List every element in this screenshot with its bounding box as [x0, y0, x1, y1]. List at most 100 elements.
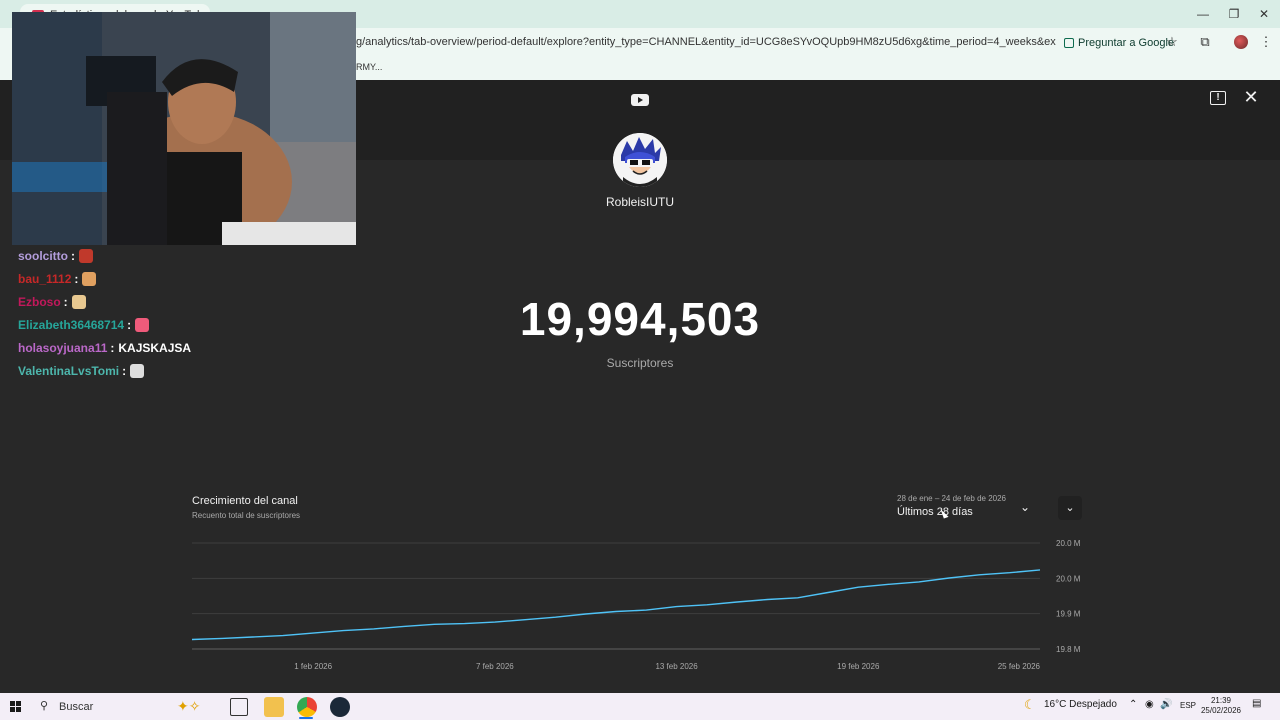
copilot-sparkle-icon: ✦✧	[177, 698, 201, 714]
chat-message: Ezboso:	[18, 290, 348, 313]
chart-title: Crecimiento del canal	[192, 495, 298, 507]
window-close-button[interactable]: ✕	[1249, 4, 1279, 24]
system-clock[interactable]: 21:39 25/02/2026	[1196, 696, 1246, 716]
chart-data-point[interactable]	[281, 634, 285, 638]
chart-data-point[interactable]	[765, 598, 769, 602]
subscriber-series-line[interactable]	[191, 569, 1041, 641]
chart-data-point[interactable]	[887, 582, 891, 586]
menu-kebab-icon[interactable]: ⋮	[1258, 34, 1274, 50]
y-tick-label: 19.8 M	[1056, 645, 1081, 654]
chat-username: Ezboso	[18, 294, 61, 309]
chart-data-point[interactable]	[675, 605, 679, 609]
chart-subtitle: Recuento total de suscriptores	[192, 511, 301, 520]
chart-data-point[interactable]	[977, 573, 981, 577]
channel-avatar	[613, 133, 667, 187]
close-icon[interactable]: ✕	[1242, 88, 1260, 106]
chart-data-point[interactable]	[584, 612, 588, 616]
profile-avatar[interactable]	[1234, 35, 1248, 49]
volume-icon[interactable]: 🔊	[1160, 699, 1172, 710]
chat-username: soolcitto	[18, 248, 68, 263]
chat-message: soolcitto:	[18, 244, 348, 267]
chat-message: bau_1112:	[18, 267, 348, 290]
chat-message: Elizabeth36468714:	[18, 313, 348, 336]
chart-data-point[interactable]	[917, 580, 921, 584]
subscriber-growth-chart: 20.0 M 20.0 M 19.9 M 19.8 M 1 feb 2026 7 feb …	[190, 539, 1081, 671]
expand-chart-button[interactable]: ⌄	[1058, 496, 1082, 520]
chart-data-point[interactable]	[463, 622, 467, 626]
extensions-icon[interactable]: ⧉	[1197, 34, 1213, 50]
y-tick-label: 20.0 M	[1056, 574, 1081, 583]
x-tick-label: 25 feb 2026	[998, 662, 1041, 671]
bookmark-star-icon[interactable]: ☆	[1164, 34, 1180, 50]
chart-data-point[interactable]	[190, 637, 194, 641]
search-placeholder: Buscar	[59, 701, 94, 713]
file-explorer-icon[interactable]	[264, 697, 284, 717]
chevron-down-icon[interactable]: ⌄	[1020, 500, 1030, 514]
notifications-icon[interactable]: ▤	[1252, 698, 1261, 709]
chat-emote-icon	[130, 363, 145, 378]
chat-separator: :	[127, 317, 132, 332]
restore-button[interactable]: ❐	[1219, 4, 1249, 24]
taskbar-search[interactable]: ⚲ Buscar ✦✧	[34, 696, 220, 717]
lens-icon	[1064, 38, 1074, 48]
chat-separator: :	[63, 294, 68, 309]
chat-separator: :	[110, 340, 115, 355]
chat-text: KAJSKAJSA	[118, 340, 192, 355]
weather-status[interactable]: 16°C Despejado	[1044, 699, 1117, 710]
network-icon[interactable]: ◉	[1145, 699, 1154, 710]
subscriber-count: 19,994,503	[519, 293, 761, 345]
chart-data-point[interactable]	[644, 608, 648, 612]
chat-separator: :	[71, 248, 75, 263]
minimize-button[interactable]: —	[1188, 4, 1218, 24]
chat-emote-icon	[135, 317, 150, 332]
chrome-icon[interactable]	[297, 697, 317, 717]
steam-icon[interactable]	[330, 697, 350, 717]
windows-start-icon[interactable]	[10, 701, 21, 712]
chart-data-point[interactable]	[311, 631, 315, 635]
chat-emote-icon	[79, 248, 93, 263]
chart-data-point[interactable]	[614, 610, 618, 614]
ask-google-button[interactable]: Preguntar a Google	[1058, 34, 1180, 52]
y-tick-label: 19.9 M	[1056, 610, 1081, 619]
chat-emote-icon	[71, 294, 86, 309]
chat-message: ValentinaLvsTomi:	[18, 359, 348, 382]
period-selector[interactable]: Últimos 28 días	[897, 506, 973, 518]
chart-data-point[interactable]	[856, 585, 860, 589]
chart-data-point[interactable]	[372, 627, 376, 631]
youtube-logo-icon	[631, 94, 649, 106]
clock-date: 25/02/2026	[1200, 706, 1242, 715]
chart-data-point[interactable]	[432, 622, 436, 626]
feedback-icon[interactable]: !	[1210, 91, 1226, 105]
chart-data-point[interactable]	[341, 629, 345, 633]
chart-data-point[interactable]	[826, 590, 830, 594]
chart-data-point[interactable]	[220, 636, 224, 640]
subscriber-label: Suscriptores	[606, 356, 674, 370]
chart-data-point[interactable]	[796, 596, 800, 600]
chart-data-point[interactable]	[553, 615, 557, 619]
language-indicator[interactable]: ESP	[1180, 701, 1196, 710]
chart-data-point[interactable]	[493, 620, 497, 624]
active-app-indicator	[299, 717, 313, 719]
task-view-icon[interactable]	[230, 698, 248, 716]
chart-data-point[interactable]	[1038, 568, 1042, 572]
chat-username: bau_1112	[18, 271, 72, 286]
chat-username: Elizabeth36468714	[18, 317, 125, 332]
chat-message: holasoyjuana11: KAJSKAJSA	[18, 336, 348, 359]
chart-data-point[interactable]	[523, 618, 527, 622]
bookmark-item[interactable]: RMY...	[356, 62, 382, 72]
chart-data-point[interactable]	[251, 635, 255, 639]
chat-separator: :	[74, 271, 79, 286]
chart-data-point[interactable]	[705, 603, 709, 607]
webcam-overlay	[12, 12, 356, 245]
moon-weather-icon: ☾	[1024, 697, 1036, 712]
chart-data-point[interactable]	[735, 600, 739, 604]
y-tick-label: 20.0 M	[1056, 539, 1081, 548]
x-tick-label: 13 feb 2026	[655, 662, 698, 671]
address-bar[interactable]: g/analytics/tab-overview/period-default/…	[356, 36, 1056, 48]
chart-data-point[interactable]	[402, 624, 406, 628]
chat-username: holasoyjuana11	[18, 340, 108, 355]
period-range: 28 de ene – 24 de feb de 2026	[897, 494, 1006, 503]
chart-data-point[interactable]	[947, 576, 951, 580]
tray-chevron-up-icon[interactable]: ⌃	[1129, 699, 1137, 710]
chart-data-point[interactable]	[1008, 571, 1012, 575]
